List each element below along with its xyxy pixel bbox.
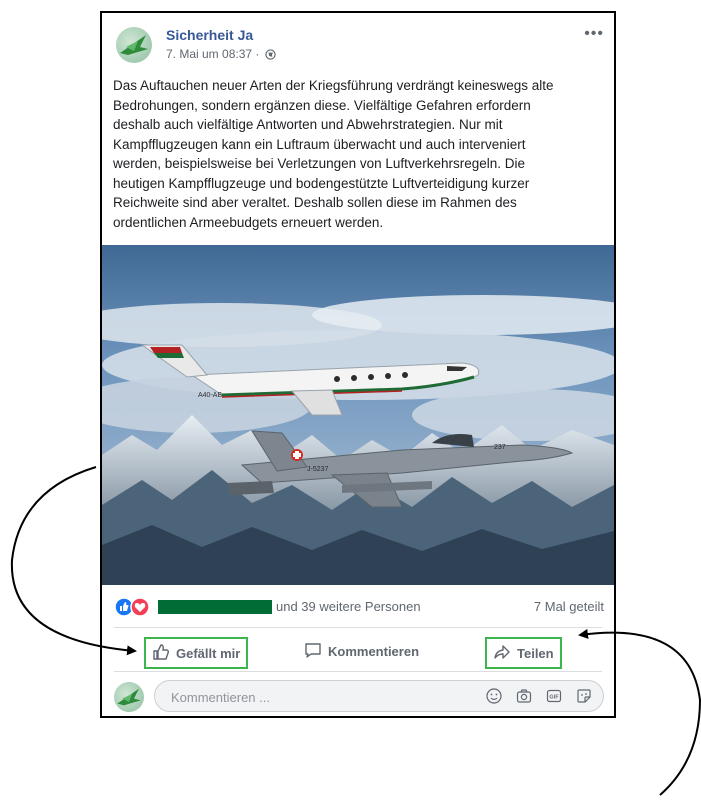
- fighter-code: J-5237: [307, 466, 329, 473]
- more-options-button[interactable]: •••: [584, 25, 604, 43]
- gif-icon[interactable]: GIF: [545, 687, 563, 705]
- post-text-line: heutigen Kampfflugzeuge und bodengestütz…: [113, 175, 530, 191]
- post-text-line: werden, beispielsweise bei Verletzungen …: [113, 156, 525, 171]
- divider-top: [114, 627, 602, 628]
- comment-tools: GIF: [485, 687, 593, 705]
- fighter-tail-number: 237: [494, 444, 506, 451]
- page-avatar[interactable]: [116, 27, 152, 63]
- reactions-bar: und 39 weitere Personen 7 Mal geteilt: [114, 597, 604, 617]
- reactions-count-text[interactable]: und 39 weitere Personen: [276, 599, 421, 614]
- camera-icon[interactable]: [515, 687, 533, 705]
- post-text-line: Reichweite sind aber veraltet. Deshalb s…: [113, 195, 517, 210]
- globe-icon: [265, 49, 276, 63]
- facebook-post-card: Sicherheit Ja 7. Mai um 08:37 · ••• Das …: [100, 11, 616, 718]
- divider-bottom: [114, 671, 602, 672]
- share-button[interactable]: Teilen: [485, 637, 562, 669]
- page-name-link[interactable]: Sicherheit Ja: [166, 27, 253, 43]
- thumbs-up-icon: [152, 643, 170, 664]
- comment-box[interactable]: GIF: [154, 680, 604, 713]
- post-actions: Gefällt mir Kommentieren Teilen: [102, 633, 614, 669]
- comment-label: Kommentieren: [328, 643, 420, 659]
- share-arrow-icon: [493, 643, 511, 664]
- post-text-line: Das Auftauchen neuer Arten der Kriegsfüh…: [113, 78, 554, 93]
- share-label: Teilen: [517, 645, 554, 661]
- post-text-line: deshalb auch vielfältige Antworten und A…: [113, 117, 503, 132]
- post-text-line: ordentlichen Armeebudgets erneuert werde…: [113, 214, 384, 230]
- comment-button[interactable]: Kommentieren: [300, 637, 423, 665]
- redacted-names: [158, 600, 272, 614]
- post-text-line: Bedrohungen, sondern ergänzen diese. Vie…: [113, 97, 531, 113]
- post-header: Sicherheit Ja 7. Mai um 08:37 · •••: [116, 25, 604, 69]
- like-button[interactable]: Gefällt mir: [144, 637, 249, 669]
- comment-composer: GIF: [114, 679, 604, 715]
- post-meta: 7. Mai um 08:37 ·: [166, 47, 276, 63]
- post-text-line: Kampfflugzeugen kann ein Luftraum überwa…: [113, 136, 526, 152]
- shares-count[interactable]: 7 Mal geteilt: [534, 599, 604, 614]
- user-avatar[interactable]: [114, 682, 144, 712]
- svg-text:GIF: GIF: [549, 695, 559, 701]
- sticker-icon[interactable]: [575, 687, 593, 705]
- post-photo-jets-over-alps[interactable]: A40-AB J-5237 237: [102, 245, 614, 585]
- smiley-icon[interactable]: [485, 687, 503, 705]
- reaction-icons[interactable]: [114, 597, 154, 617]
- like-label: Gefällt mir: [176, 645, 241, 661]
- comment-input[interactable]: [169, 681, 473, 713]
- jet-tail-number: A40-AB: [198, 392, 222, 399]
- post-timestamp[interactable]: 7. Mai um 08:37 ·: [166, 47, 259, 61]
- post-text: Das Auftauchen neuer Arten der Kriegsfüh…: [113, 76, 601, 232]
- speech-bubble-icon: [304, 641, 322, 662]
